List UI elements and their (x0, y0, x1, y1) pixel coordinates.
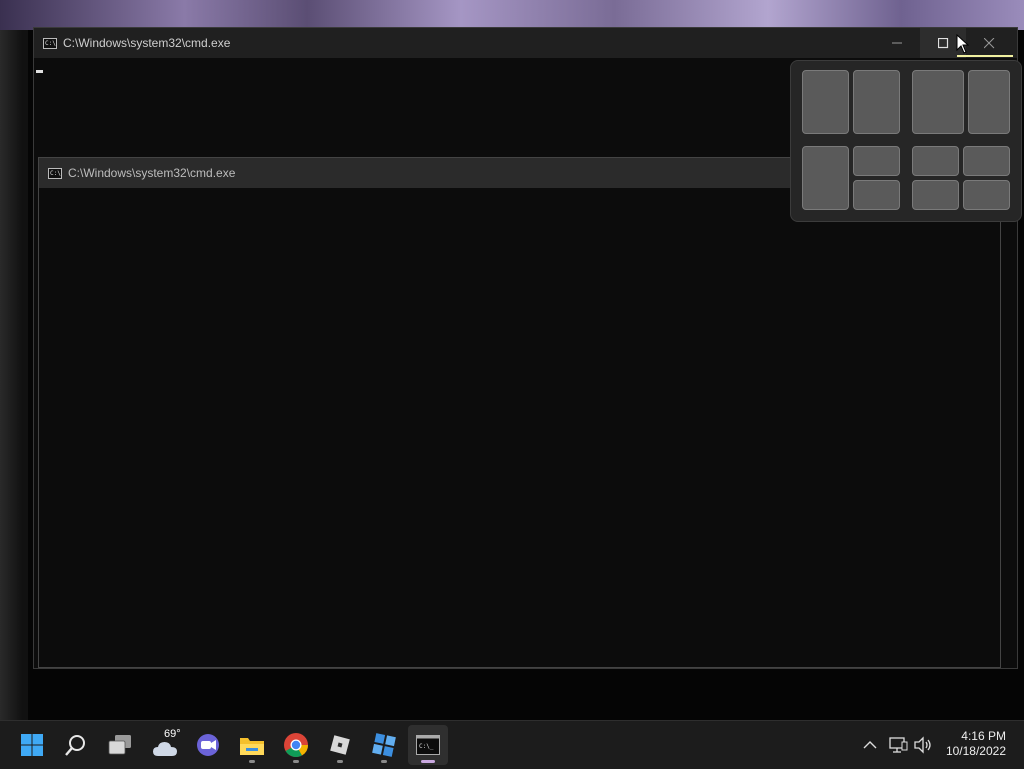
chevron-up-icon (863, 741, 877, 749)
network-button[interactable] (887, 734, 909, 756)
clock-date: 10/18/2022 (945, 744, 1006, 758)
weather-widget-button[interactable]: 69° (146, 725, 186, 765)
clock-button[interactable]: 4:16 PM 10/18/2022 (946, 729, 1006, 759)
cmd-window-back-title: C:\Windows\system32\cmd.exe (63, 36, 231, 50)
task-view-icon (108, 735, 131, 755)
running-indicator (249, 760, 255, 763)
cmd-cursor (36, 70, 43, 73)
snap-zone-3-top-right[interactable] (853, 146, 900, 176)
running-indicator (381, 760, 387, 763)
snap-zone-4-bottom-left[interactable] (912, 180, 959, 210)
chat-icon (197, 734, 219, 756)
snap-zone-1-right[interactable] (853, 70, 900, 134)
roblox-studio-button[interactable] (364, 725, 404, 765)
chrome-button[interactable] (276, 725, 316, 765)
desktop-wallpaper (0, 0, 1024, 30)
search-button[interactable] (56, 725, 96, 765)
close-button[interactable] (966, 28, 1012, 58)
cmd-window-back-titlebar[interactable]: C:\ C:\Windows\system32\cmd.exe (34, 28, 1017, 58)
snap-zone-4-top-right[interactable] (963, 146, 1010, 176)
maximize-icon (937, 37, 948, 48)
cmd-icon: C:\ (48, 167, 62, 179)
roblox-studio-icon (372, 733, 396, 757)
desktop-edge (0, 30, 28, 720)
search-icon (65, 735, 85, 756)
snap-hover-underline (957, 55, 1013, 57)
cmd-window-front[interactable]: C:\ C:\Windows\system32\cmd.exe (38, 157, 1001, 668)
volume-button[interactable] (912, 734, 934, 756)
command-prompt-button[interactable]: C:\_ (408, 725, 448, 765)
windows-logo-icon (21, 734, 43, 756)
active-indicator (421, 760, 435, 763)
speaker-icon (914, 736, 931, 754)
snap-layouts-flyout (790, 60, 1022, 222)
svg-text:C:\_: C:\_ (419, 743, 434, 750)
roblox-icon (330, 735, 350, 755)
weather-temperature: 69° (164, 728, 181, 740)
terminal-icon: C:\_ (416, 735, 440, 755)
snap-zone-1-left[interactable] (802, 70, 849, 134)
snap-zone-3-bottom-right[interactable] (853, 180, 900, 210)
running-indicator (293, 760, 299, 763)
minimize-button[interactable] (874, 28, 920, 58)
snap-zone-4-top-left[interactable] (912, 146, 959, 176)
cloud-icon (153, 742, 177, 756)
chrome-icon (284, 733, 308, 758)
network-icon (889, 737, 908, 753)
cmd-window-front-title: C:\Windows\system32\cmd.exe (68, 166, 236, 180)
chat-button[interactable] (188, 725, 228, 765)
show-hidden-icons-button[interactable] (859, 734, 881, 756)
clock-time: 4:16 PM (961, 729, 1006, 743)
mouse-pointer-icon (956, 34, 970, 54)
snap-zone-2-left[interactable] (912, 70, 964, 134)
cmd-icon: C:\ (43, 37, 57, 49)
start-button[interactable] (12, 725, 52, 765)
file-explorer-button[interactable] (232, 725, 272, 765)
taskbar: 69° C:\_ 4:16 PM 10/18/2022 (0, 720, 1024, 769)
snap-zone-3-left[interactable] (802, 146, 849, 210)
folder-icon (240, 738, 264, 755)
roblox-button[interactable] (320, 725, 360, 765)
running-indicator (337, 760, 343, 763)
snap-zone-4-bottom-right[interactable] (963, 180, 1010, 210)
close-icon (983, 37, 994, 48)
minimize-icon (892, 42, 902, 44)
snap-zone-2-right[interactable] (968, 70, 1010, 134)
task-view-button[interactable] (100, 725, 140, 765)
